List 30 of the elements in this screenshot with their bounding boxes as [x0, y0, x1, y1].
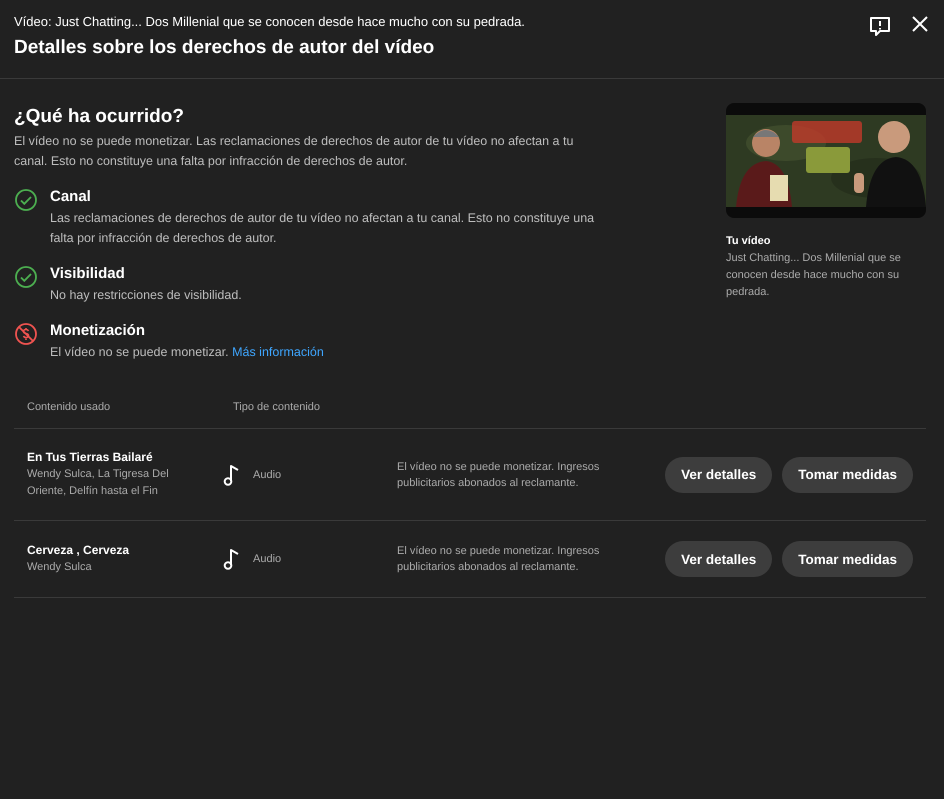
- action-button[interactable]: Tomar medidas: [782, 541, 913, 577]
- status-title: Monetización: [50, 321, 146, 341]
- claim-impact: El vídeo no se puede monetizar. Ingresos publicitarios abonados al reclamante.: [397, 460, 600, 490]
- action-button[interactable]: Ver detalles: [665, 456, 772, 492]
- action-button[interactable]: Ver detalles: [665, 541, 772, 577]
- song-title: Cerveza , Cerveza: [27, 542, 130, 558]
- summary-text: El vídeo no se puede monetizar. Las reclamaciones de derechos de autor de tu vídeo no afectan a tu canal. Esto no constituye una falta por infracción de derechos de autor.: [14, 133, 574, 170]
- status-title: Visibilidad: [50, 264, 126, 284]
- song-artists: Wendy Sulca, La Tigresa Del Oriente, Delfín hasta el Fin: [27, 467, 170, 499]
- status-text: El vídeo no se puede monetizar. Más información: [50, 344, 324, 361]
- content-type: Audio: [253, 552, 282, 566]
- column-header: Contenido usado: [26, 400, 112, 414]
- status-text: No hay restricciones de visibilidad.: [50, 287, 242, 304]
- claim-impact: El vídeo no se puede monetizar. Ingresos publicitarios abonados al reclamante.: [397, 544, 600, 575]
- video-subtitle: Vídeo: Just Chatting... Dos Millenial que se conocen desde hace mucho con su pedrada.: [14, 14, 525, 30]
- status-title: Canal: [50, 187, 92, 207]
- status-text: Las reclamaciones de derechos de autor de tu vídeo no afectan a tu canal. Esto no constituye una falta por infracción de derechos de autor.: [50, 210, 596, 247]
- music-note-icon: [223, 547, 241, 571]
- song-title: En Tus Tierras Bailaré: [27, 449, 154, 465]
- music-note-icon: [223, 462, 241, 486]
- content-type: Audio: [253, 468, 282, 482]
- dialog-title: Detalles sobre los derechos de autor del vídeo: [14, 36, 436, 60]
- action-button[interactable]: Tomar medidas: [782, 456, 913, 492]
- song-artists: Wendy Sulca: [27, 560, 93, 575]
- video-title: Just Chatting... Dos Millenial que se conocen desde hace mucho con su pedrada.: [726, 251, 902, 300]
- video-label: Tu vídeo: [726, 234, 772, 248]
- column-header: Tipo de contenido: [232, 400, 322, 414]
- section-heading: ¿Qué ha ocurrido?: [14, 105, 185, 129]
- more-info-link[interactable]: Más información: [232, 345, 324, 359]
- feedback-icon[interactable]: [868, 14, 892, 38]
